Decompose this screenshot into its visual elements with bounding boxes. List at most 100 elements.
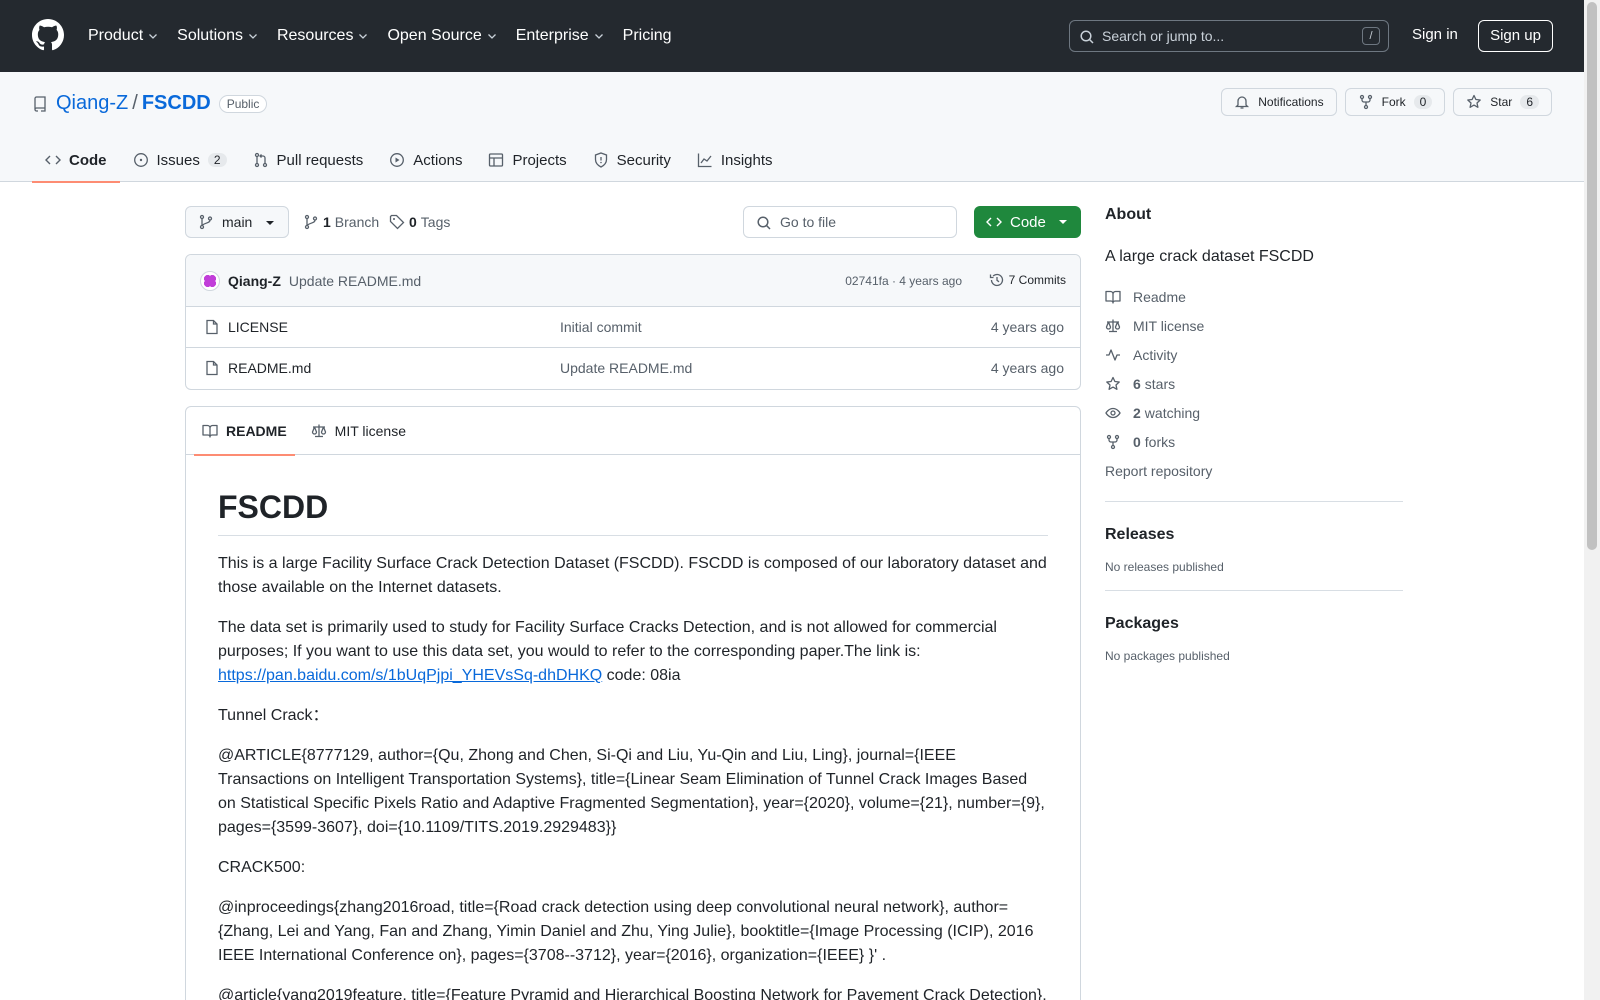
branch-label: Branch [334,214,380,230]
about-heading: About [1105,206,1152,223]
file-commit-link[interactable]: Update README.md [560,360,692,376]
nav-solutions[interactable]: Solutions [177,27,259,45]
dataset-download-link[interactable]: https://pan.baidu.com/s/1bUqPjpi_YHEVsSq… [218,667,602,684]
nav-product[interactable]: Product [88,27,159,45]
fork-button[interactable]: Fork 0 [1344,88,1446,116]
tab-label: README [226,423,287,439]
code-icon [986,217,1002,227]
tab-actions[interactable]: Actions [376,138,475,182]
repo-owner-link[interactable]: Qiang-Z [56,92,128,115]
sign-up-button[interactable]: Sign up [1478,20,1553,52]
forks-link[interactable]: 0 forks [1105,427,1403,456]
divider [1105,590,1403,591]
file-navigation: main 1 Branch 0 Tags Go to file Code [185,206,1081,238]
nav-enterprise[interactable]: Enterprise [516,27,605,45]
packages-heading[interactable]: Packages [1105,615,1403,633]
tab-label: Issues [156,151,200,169]
visibility-badge: Public [218,94,268,113]
nav-label: Enterprise [515,27,589,44]
watchers-link[interactable]: 2 watching [1105,398,1403,427]
issue-icon [133,153,148,167]
file-list: Qiang-Z Update README.md 02741fa · 4 yea… [185,254,1081,390]
file-time: 4 years ago [990,319,1064,335]
readme-paragraph: CRACK500: [218,859,306,876]
notifications-button[interactable]: Notifications [1221,88,1337,116]
tab-pull-requests[interactable]: Pull requests [240,138,377,182]
tab-readme[interactable]: README [194,407,295,456]
github-logo-icon[interactable] [32,19,64,51]
stars-link[interactable]: 6 stars [1105,369,1403,398]
tag-icon [389,214,405,230]
branch-count: 1 [323,214,331,230]
activity-link[interactable]: Activity [1105,340,1403,369]
readme-label: Readme [1133,288,1186,305]
tab-issues[interactable]: Issues 2 [120,138,240,182]
readme-text: code: 08ia [602,667,681,684]
file-name-link[interactable]: README.md [228,360,311,376]
watching-label: watching [1144,404,1201,421]
repo-title: Qiang-Z / FSCDD Public [32,92,268,115]
code-dropdown-button[interactable]: Code [974,206,1081,238]
nav-label: Pricing [622,27,672,44]
search-placeholder: Search or jump to... [1102,28,1225,44]
nav-open-source[interactable]: Open Source [387,27,497,45]
star-button[interactable]: Star 6 [1453,88,1552,116]
license-link[interactable]: MIT license [1105,311,1403,340]
tab-label: Insights [720,151,773,169]
file-icon [206,319,218,335]
avatar[interactable] [200,270,220,291]
go-to-file-input[interactable]: Go to file [743,206,957,238]
stars-label: stars [1144,375,1176,392]
chevron-down-icon [487,34,496,39]
commit-hash-time[interactable]: 02741fa · 4 years ago [845,274,962,288]
law-icon [1105,319,1121,332]
chevron-down-icon [594,34,603,39]
branch-select-button[interactable]: main [185,206,289,238]
nav-label: Resources [276,27,354,44]
pull-request-icon [254,152,267,168]
global-search[interactable]: Search or jump to... / [1069,20,1389,52]
table-row[interactable]: README.md Update README.md 4 years ago [186,348,1080,389]
readme-paragraph: @article{yang2019feature, title={Feature… [218,987,1047,1000]
scrollbar-thumb[interactable] [1587,2,1597,550]
file-name-link[interactable]: LICENSE [228,319,288,335]
tab-license[interactable]: MIT license [303,407,414,455]
eye-icon [1105,407,1121,418]
repo-icon [34,95,46,112]
page-scrollbar[interactable] [1584,0,1600,1000]
readme-panel: README MIT license FSCDD This is a large… [185,406,1081,1000]
nav-pricing[interactable]: Pricing [623,27,672,45]
tab-label: Security [616,151,671,169]
nav-resources[interactable]: Resources [277,27,369,45]
table-row[interactable]: LICENSE Initial commit 4 years ago [186,307,1080,348]
forks-label: forks [1144,433,1176,450]
tab-security[interactable]: Security [580,138,684,182]
tab-code[interactable]: Code [32,138,120,183]
readme-link[interactable]: Readme [1105,282,1403,311]
sign-in-link[interactable]: Sign in [1412,26,1458,43]
star-icon [1467,94,1482,108]
repo-name-link[interactable]: FSCDD [142,92,211,115]
commits-history-link[interactable]: 7 Commits [989,272,1066,288]
tab-insights[interactable]: Insights [684,138,786,182]
commit-message-link[interactable]: Update README.md [289,273,421,289]
branches-link[interactable]: 1 Branch [303,214,379,230]
repo-header: Qiang-Z / FSCDD Public Notifications For… [0,72,1584,183]
readme-paragraph: Tunnel Crack： [218,707,329,724]
book-icon [202,424,218,438]
star-icon [1106,376,1120,390]
commits-count: 7 Commits [1008,273,1066,287]
law-icon [311,424,326,438]
graph-icon [697,153,712,168]
commit-author-link[interactable]: Qiang-Z [228,273,281,289]
tab-projects[interactable]: Projects [475,138,579,182]
table-icon [489,153,504,167]
readme-paragraph: This is a large Facility Surface Crack D… [218,555,1047,596]
report-repository-link[interactable]: Report repository [1105,456,1403,485]
file-commit-link[interactable]: Initial commit [560,319,642,335]
readme-title: FSCDD [218,487,1048,536]
go-to-file-placeholder: Go to file [780,214,837,230]
book-icon [1105,290,1121,304]
releases-heading[interactable]: Releases [1105,526,1403,544]
tags-link[interactable]: 0 Tags [389,214,450,230]
